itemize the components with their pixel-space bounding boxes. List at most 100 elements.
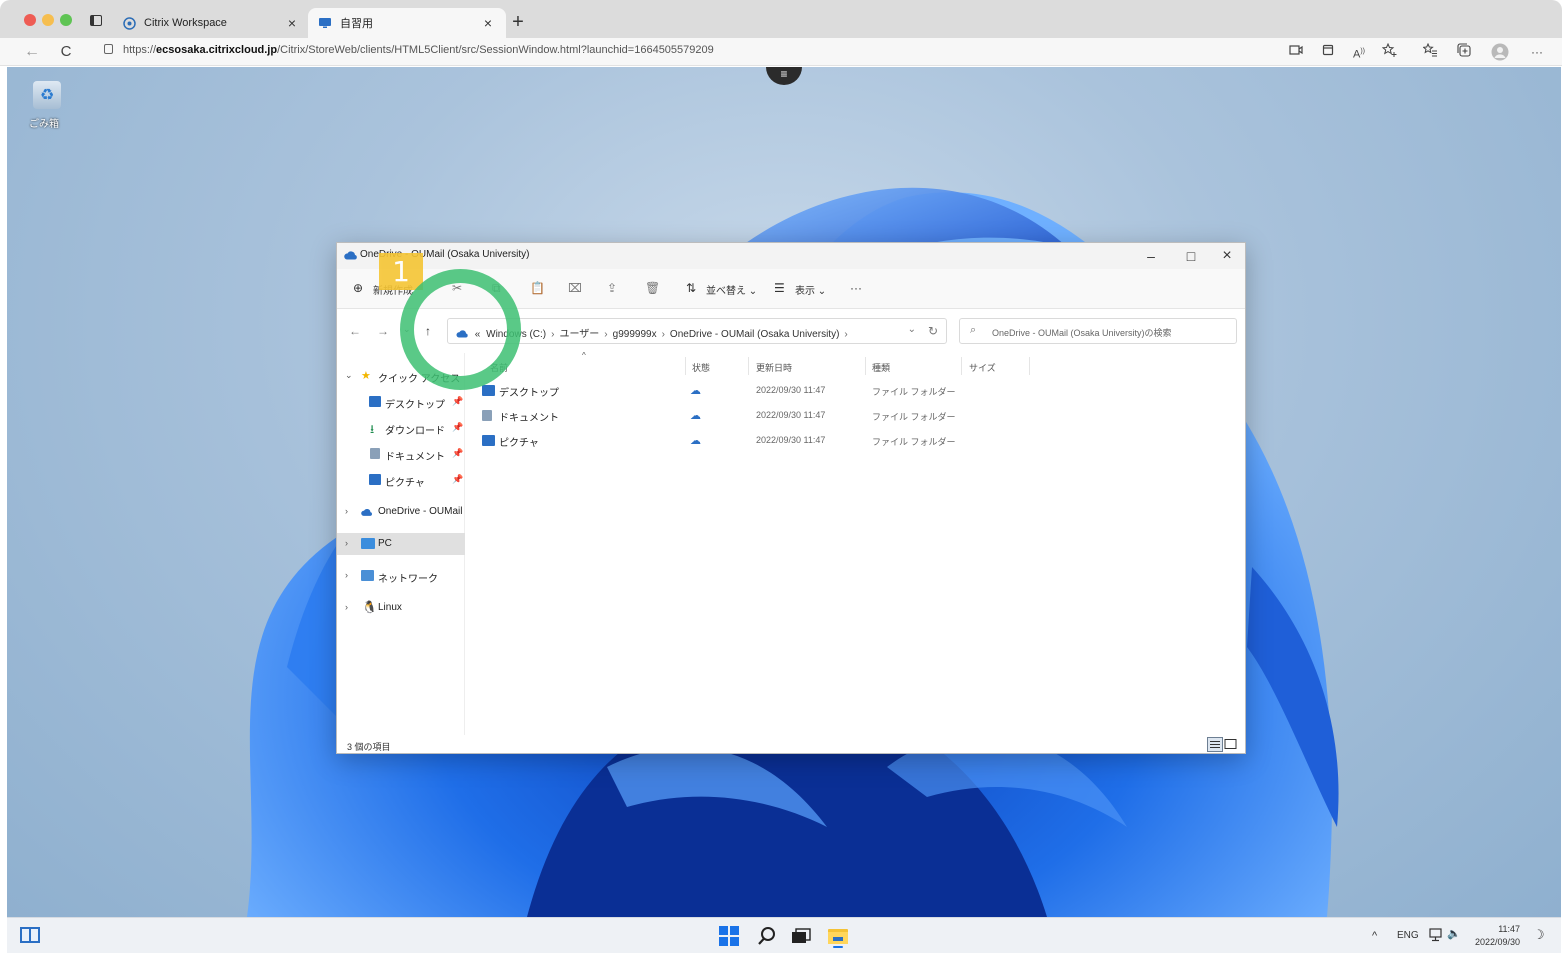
start-button-icon[interactable] <box>719 926 741 948</box>
close-window-button[interactable] <box>24 14 36 26</box>
column-divider[interactable] <box>748 357 749 375</box>
sidebar-item-label: ピクチャ <box>385 478 425 489</box>
details-view-icon[interactable] <box>1207 737 1223 752</box>
sidebar-toggle-icon[interactable] <box>90 15 102 26</box>
task-view-icon[interactable] <box>19 925 41 947</box>
address-field[interactable]: https://ecsosaka.citrixcloud.jp/Citrix/S… <box>104 44 714 56</box>
add-favorite-icon[interactable] <box>1380 42 1398 61</box>
forward-arrow-icon[interactable]: → <box>377 324 389 338</box>
sidebar-item-pictures[interactable]: ピクチャ 📌 <box>337 469 465 491</box>
breadcrumb-separator[interactable]: › <box>844 329 847 340</box>
minimize-button[interactable]: – <box>1133 245 1169 267</box>
network-status-icon[interactable] <box>1429 928 1443 945</box>
search-icon[interactable] <box>757 926 779 948</box>
reload-button[interactable]: C <box>56 42 76 62</box>
maximize-button[interactable]: □ <box>1173 245 1209 267</box>
url-host: ecsosaka.citrixcloud.jp <box>156 44 278 56</box>
chevron-right-icon[interactable]: › <box>345 538 348 548</box>
see-more-button[interactable]: ··· <box>850 281 862 295</box>
new-plus-icon[interactable]: ⊕ <box>353 281 363 295</box>
file-explorer-taskbar-icon[interactable] <box>827 926 849 948</box>
tab-close-button[interactable]: × <box>480 15 496 31</box>
back-arrow-icon[interactable]: ← <box>349 324 361 338</box>
sidebar-item-label: ネットワーク <box>378 574 438 585</box>
rename-icon[interactable]: ⌧ <box>568 281 582 295</box>
sidebar-item-onedrive[interactable]: › OneDrive - OUMail (Osaka University) <box>337 501 465 523</box>
chevron-right-icon[interactable]: › <box>345 570 348 580</box>
sidebar-item-downloads[interactable]: ⭳ ダウンロード 📌 <box>337 417 465 439</box>
breadcrumb-item[interactable]: g999999x <box>613 329 657 340</box>
column-divider[interactable] <box>685 357 686 375</box>
column-divider[interactable] <box>1029 357 1030 375</box>
profile-avatar-icon[interactable] <box>1491 43 1509 61</box>
chevron-right-icon[interactable]: › <box>345 506 348 516</box>
search-input[interactable]: ⌕ OneDrive - OUMail (Osaka University)の検… <box>959 318 1237 344</box>
tab-close-button[interactable]: × <box>284 15 300 31</box>
breadcrumb-item[interactable]: ユーザー <box>559 329 599 340</box>
collections-icon[interactable] <box>1455 43 1473 61</box>
file-type: ファイル フォルダー <box>872 437 956 447</box>
zoom-window-button[interactable] <box>60 14 72 26</box>
pin-icon[interactable]: 📌 <box>452 474 463 485</box>
notifications-moon-icon[interactable]: ☽ <box>1533 927 1545 943</box>
new-tab-button[interactable]: + <box>508 11 528 33</box>
share-icon[interactable]: ⇪ <box>607 281 617 295</box>
tray-overflow-button[interactable]: ^ <box>1372 930 1377 942</box>
chevron-right-icon[interactable]: › <box>345 602 348 612</box>
recycle-bin-icon[interactable]: ♻ <box>33 81 61 109</box>
tab-self-study[interactable]: 自習用 × <box>308 8 506 38</box>
back-button[interactable]: ← <box>22 42 42 62</box>
tiles-view-icon[interactable] <box>1224 739 1237 749</box>
column-header-status[interactable]: 状態 <box>692 361 710 374</box>
breadcrumb[interactable]: « Windows (C:) › ユーザー › g999999x › OneDrive - … <box>447 318 947 344</box>
more-menu-button[interactable]: ··· <box>1528 43 1546 61</box>
download-arrow-icon: ⭳ <box>370 422 375 436</box>
app-available-icon[interactable] <box>1287 43 1305 61</box>
sidebar-item-desktop[interactable]: デスクトップ 📌 <box>337 391 465 413</box>
sidebar-item-documents[interactable]: ドキュメント 📌 <box>337 443 465 465</box>
minimize-window-button[interactable] <box>42 14 54 26</box>
input-language[interactable]: ENG <box>1397 930 1419 941</box>
paste-icon[interactable]: 📋 <box>530 281 545 295</box>
tab-citrix-workspace[interactable]: Citrix Workspace × <box>112 8 310 38</box>
favorites-icon[interactable] <box>1421 42 1439 61</box>
address-dropdown-icon[interactable]: ⌄ <box>908 324 916 335</box>
linux-penguin-icon: 🐧 <box>362 600 377 614</box>
pin-icon[interactable]: 📌 <box>452 422 463 433</box>
tab-actions-icon[interactable] <box>1319 43 1337 61</box>
table-row[interactable]: ドキュメント ☁ 2022/09/30 11:47 ファイル フォルダー <box>477 404 956 428</box>
delete-icon[interactable]: 🗑 <box>645 281 660 295</box>
refresh-icon[interactable]: ↻ <box>928 324 938 338</box>
breadcrumb-separator[interactable]: › <box>604 329 607 340</box>
sort-icon[interactable]: ⇅ <box>686 281 696 295</box>
file-type: ファイル フォルダー <box>872 412 956 422</box>
sidebar-item-pc[interactable]: › PC <box>337 533 465 555</box>
desktop-folder-icon <box>369 396 381 407</box>
pin-icon[interactable]: 📌 <box>452 396 463 407</box>
close-button[interactable]: × <box>1209 245 1245 267</box>
view-button[interactable]: 表示 ⌄ <box>795 282 826 297</box>
pc-icon <box>361 538 375 549</box>
read-aloud-icon[interactable]: A)) <box>1350 43 1368 61</box>
breadcrumb-separator[interactable]: › <box>551 329 554 340</box>
sort-button[interactable]: 並べ替え ⌄ <box>706 282 757 297</box>
column-divider[interactable] <box>961 357 962 375</box>
table-row[interactable]: ピクチャ ☁ 2022/09/30 11:47 ファイル フォルダー <box>477 429 956 453</box>
column-header-modified[interactable]: 更新日時 <box>756 361 792 374</box>
pin-icon[interactable]: 📌 <box>452 448 463 459</box>
breadcrumb-separator[interactable]: › <box>662 329 665 340</box>
volume-icon[interactable]: 🔈 <box>1447 927 1461 940</box>
column-divider[interactable] <box>865 357 866 375</box>
sidebar-item-network[interactable]: › ネットワーク <box>337 565 465 587</box>
column-header-size[interactable]: サイズ <box>969 361 996 374</box>
chevron-down-icon[interactable]: ⌄ <box>345 370 353 381</box>
sidebar-item-linux[interactable]: › 🐧 Linux <box>337 597 465 619</box>
task-view-button-icon[interactable] <box>791 926 813 948</box>
tab-title: Citrix Workspace <box>144 17 227 29</box>
column-header-type[interactable]: 種類 <box>872 361 890 374</box>
view-list-icon[interactable]: ☰ <box>774 281 785 295</box>
breadcrumb-item[interactable]: OneDrive - OUMail (Osaka University) <box>670 329 839 340</box>
system-clock[interactable]: 11:47 2022/09/30 <box>1475 923 1520 949</box>
table-row[interactable]: デスクトップ ☁ 2022/09/30 11:47 ファイル フォルダー <box>477 379 956 403</box>
file-modified: 2022/09/30 11:47 <box>756 435 826 445</box>
